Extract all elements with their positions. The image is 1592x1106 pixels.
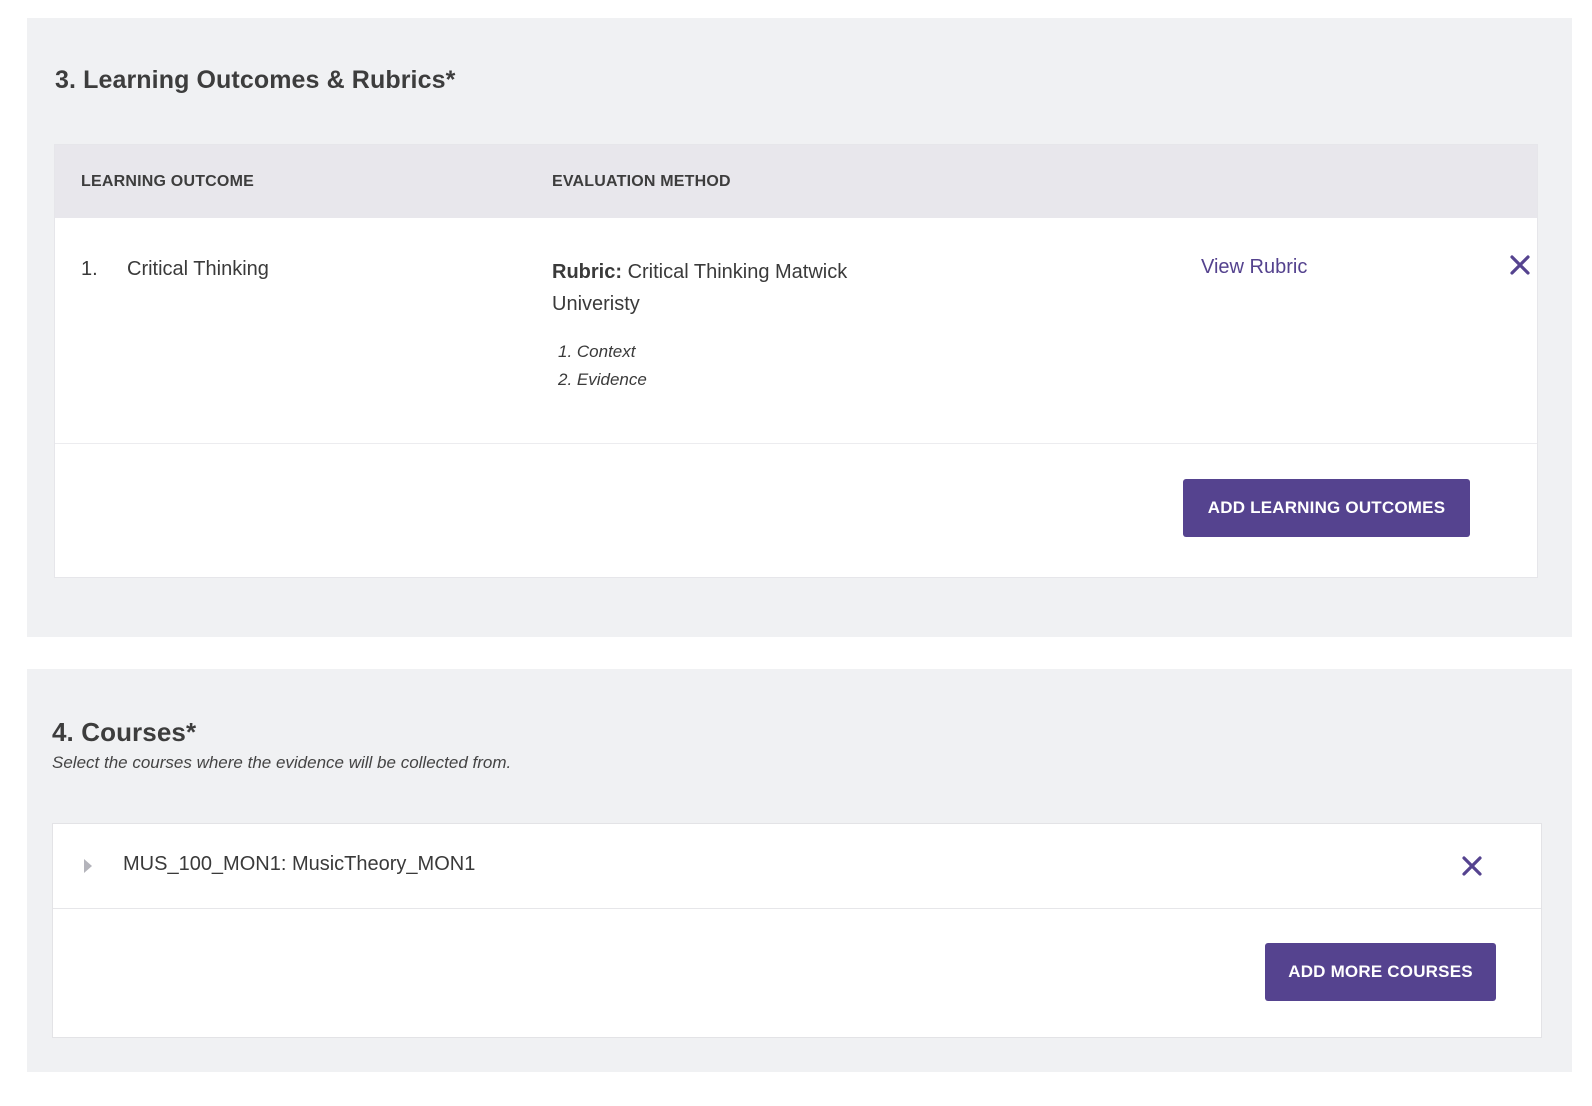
courses-list: MUS_100_MON1: MusicTheory_MON1 ADD MORE … <box>52 823 1542 1038</box>
list-item: MUS_100_MON1: MusicTheory_MON1 <box>53 824 1541 909</box>
list-item: 1. Context <box>558 342 636 361</box>
column-header-learning-outcome: LEARNING OUTCOME <box>81 173 254 190</box>
table-row: 1. Critical Thinking Rubric: Critical Th… <box>55 218 1537 444</box>
column-header-evaluation-method: EVALUATION METHOD <box>552 173 731 190</box>
table-header: LEARNING OUTCOME EVALUATION METHOD <box>55 145 1537 218</box>
close-icon[interactable] <box>1461 855 1483 877</box>
course-name: MUS_100_MON1: MusicTheory_MON1 <box>123 853 476 875</box>
rubric-label: Rubric: <box>552 261 622 283</box>
rubric-description: Rubric: Critical Thinking Matwick Univer… <box>552 256 892 320</box>
caret-right-icon[interactable] <box>84 859 92 873</box>
courses-subtitle: Select the courses where the evidence wi… <box>52 753 512 772</box>
add-learning-outcomes-button[interactable]: ADD LEARNING OUTCOMES <box>1183 479 1470 537</box>
list-item: 2. Evidence <box>558 370 647 389</box>
outcome-name: Critical Thinking <box>127 258 269 280</box>
learning-outcomes-title: 3. Learning Outcomes & Rubrics* <box>55 66 456 94</box>
learning-outcomes-table: LEARNING OUTCOME EVALUATION METHOD 1. Cr… <box>54 144 1538 578</box>
view-rubric-link[interactable]: View Rubric <box>1201 256 1307 279</box>
add-more-courses-button[interactable]: ADD MORE COURSES <box>1265 943 1496 1001</box>
rubric-criteria-list: 1. Context 2. Evidence <box>558 338 647 394</box>
close-icon[interactable] <box>1509 254 1531 276</box>
outcome-number: 1. <box>81 258 98 280</box>
courses-section: 4. Courses* Select the courses where the… <box>27 669 1572 1072</box>
learning-outcomes-section: 3. Learning Outcomes & Rubrics* LEARNING… <box>27 18 1572 637</box>
courses-title: 4. Courses* <box>52 717 197 747</box>
